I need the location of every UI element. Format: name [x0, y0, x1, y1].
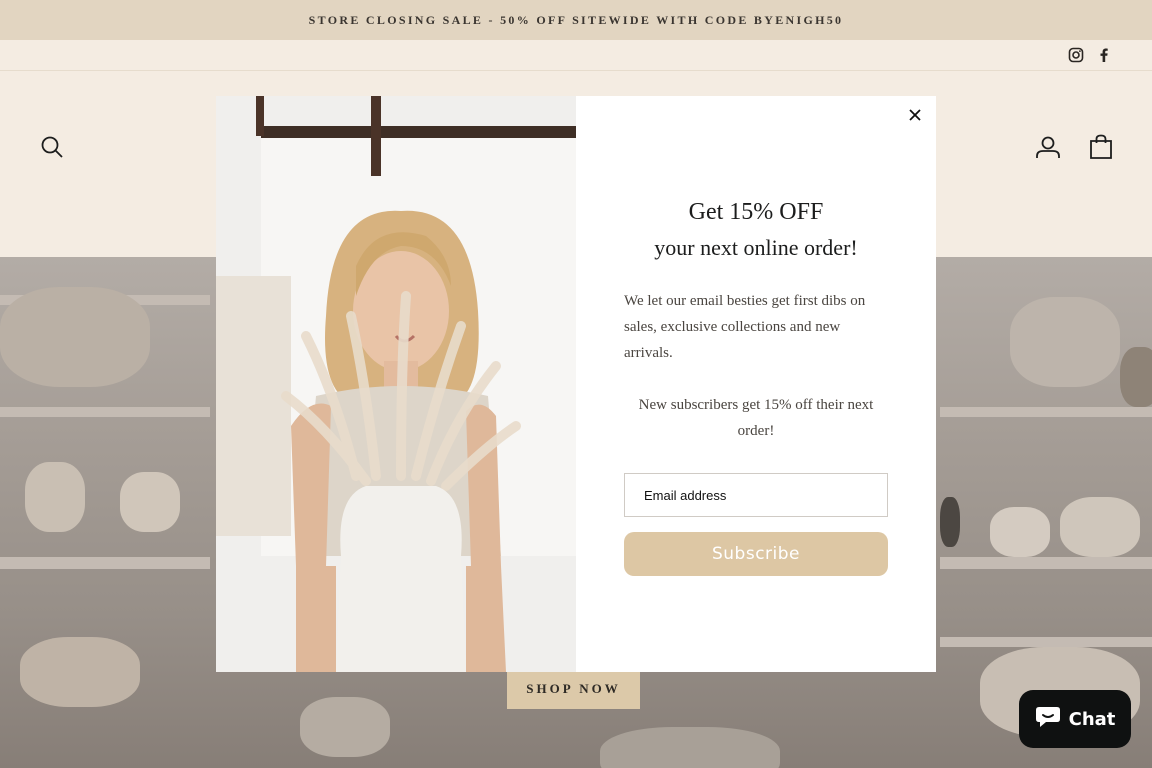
popup-description: We let our email besties get first dibs … [624, 293, 866, 361]
facebook-icon[interactable] [1096, 47, 1112, 63]
close-icon[interactable] [904, 104, 926, 126]
shop-now-button[interactable]: SHOP NOW [507, 669, 640, 709]
headline-line-2: your next online order! [654, 235, 858, 260]
search-icon[interactable] [40, 135, 64, 159]
chat-bubble-icon [1035, 705, 1061, 734]
headline-line-1: Get 15% OFF [688, 199, 824, 225]
email-field[interactable] [624, 473, 888, 517]
popup-headline: Get 15% OFF your next online order! [616, 194, 896, 266]
newsletter-popup: Get 15% OFF your next online order! We l… [216, 96, 936, 672]
announcement-text: STORE CLOSING SALE - 50% OFF SITEWIDE WI… [308, 12, 844, 27]
cart-icon[interactable] [1089, 134, 1113, 160]
user-icon[interactable] [1035, 135, 1061, 159]
woman-holding-vase-image [216, 96, 576, 672]
social-links [1068, 47, 1112, 63]
instagram-icon[interactable] [1068, 47, 1084, 63]
popup-content: Get 15% OFF your next online order! We l… [576, 96, 936, 672]
popup-photo [216, 96, 576, 672]
chat-label: Chat [1068, 708, 1116, 730]
social-toolbar [0, 40, 1152, 71]
announcement-bar: STORE CLOSING SALE - 50% OFF SITEWIDE WI… [0, 0, 1152, 40]
chat-button[interactable]: Chat [1019, 690, 1131, 748]
shop-now-label: SHOP NOW [526, 681, 621, 696]
subscribe-button[interactable]: Subscribe [624, 532, 888, 576]
subscriber-note: New subscribers get 15% off their next o… [638, 397, 874, 439]
